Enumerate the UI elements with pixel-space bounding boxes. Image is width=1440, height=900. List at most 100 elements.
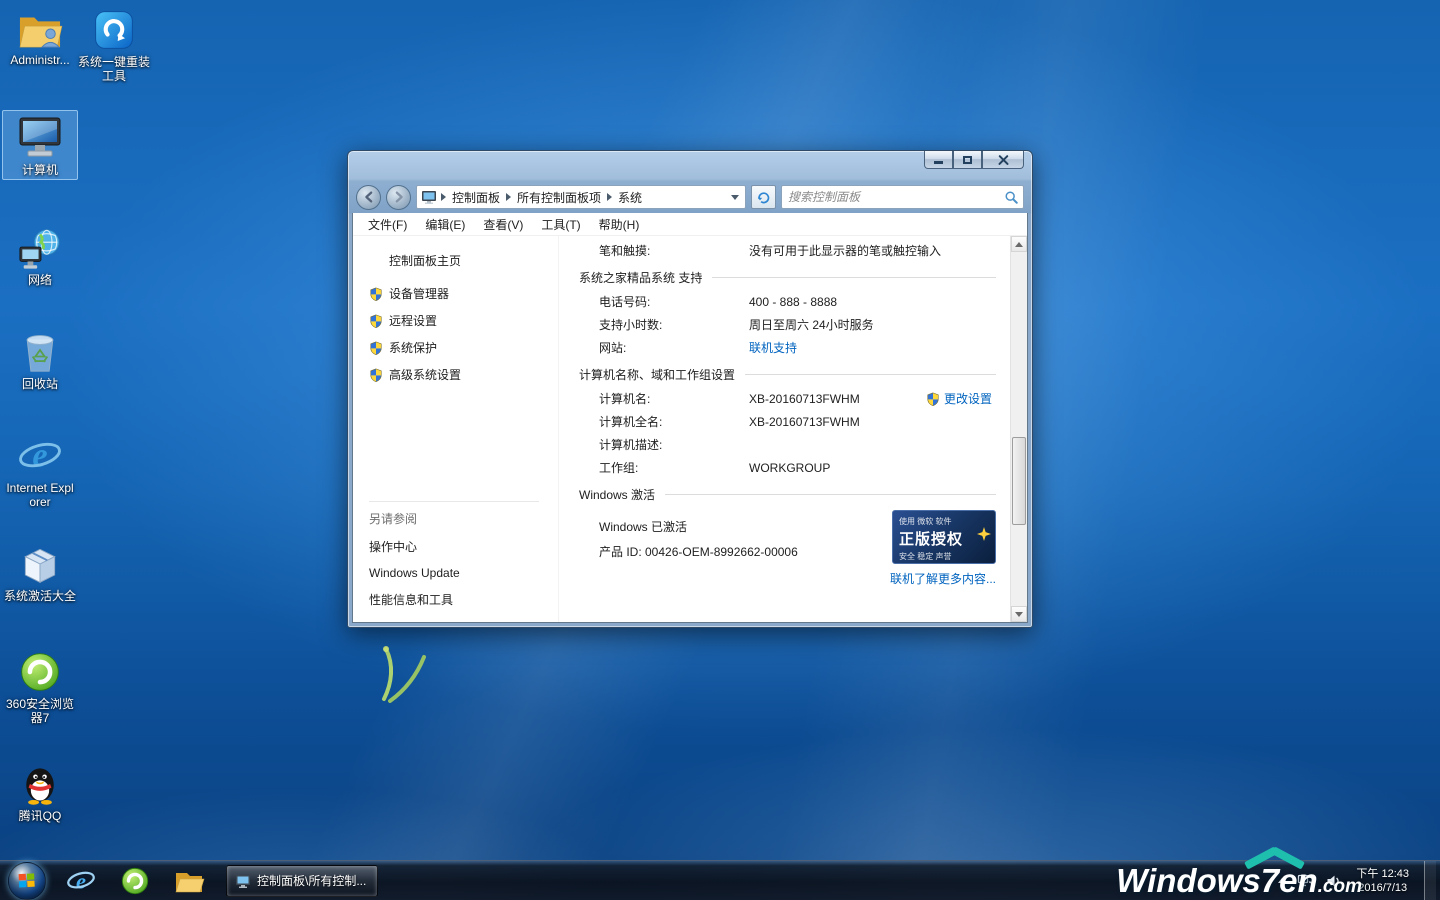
scrollbar-track[interactable] — [1011, 252, 1027, 606]
genuine-microsoft-badge[interactable]: 使用 微软 软件 正版授权 安全 稳定 声誉 — [892, 510, 996, 564]
computer-icon — [16, 114, 64, 160]
caption-buttons — [924, 151, 1024, 169]
vertical-scrollbar[interactable] — [1010, 236, 1027, 622]
genuine-star-icon — [977, 527, 991, 541]
desktop-icon-internet-explorer[interactable]: e Internet Explorer — [2, 430, 78, 512]
scroll-down-button[interactable] — [1011, 606, 1027, 622]
desktop-icon-computer[interactable]: 计算机 — [2, 110, 78, 180]
navigation-bar: 控制面板 所有控制面板项 系统 — [352, 181, 1028, 213]
hidden-icons-button[interactable] — [1278, 878, 1286, 883]
breadcrumb-system[interactable]: 系统 — [612, 189, 648, 206]
system-tray: 下午 12:43 2016/7/13 — [1278, 861, 1440, 900]
sidebar-item-remote-settings[interactable]: 远程设置 — [369, 312, 558, 329]
sidebar-item-device-manager[interactable]: 设备管理器 — [369, 285, 558, 302]
address-dropdown-button[interactable] — [727, 195, 743, 200]
menu-file[interactable]: 文件(F) — [359, 213, 416, 236]
address-breadcrumb-bar[interactable]: 控制面板 所有控制面板项 系统 — [416, 185, 746, 209]
desktop-icon-administrator[interactable]: Administr... — [2, 4, 78, 70]
desktop-icon-network[interactable]: 网络 — [2, 222, 78, 290]
clock-date: 2016/7/13 — [1356, 881, 1409, 895]
back-button[interactable] — [356, 185, 381, 210]
menu-tools[interactable]: 工具(T) — [532, 213, 589, 236]
volume-tray-icon[interactable] — [1325, 873, 1341, 889]
sidebar-item-control-panel-home[interactable]: 控制面板主页 — [389, 252, 558, 269]
reinstall-tool-icon — [92, 8, 136, 52]
workgroup-value: WORKGROUP — [749, 461, 996, 475]
close-icon — [998, 154, 1009, 165]
scroll-up-button[interactable] — [1011, 236, 1027, 252]
menu-help[interactable]: 帮助(H) — [590, 213, 649, 236]
desktop-icon-label: 腾讯QQ — [19, 809, 62, 823]
search-box[interactable] — [781, 185, 1024, 209]
hours-value: 周日至周六 24小时服务 — [749, 316, 996, 333]
control-panel-icon — [235, 873, 251, 889]
online-support-link[interactable]: 联机支持 — [749, 341, 797, 355]
desktop-icon-recycle-bin[interactable]: 回收站 — [2, 324, 78, 394]
content-area: 控制面板主页 设备管理器 — [353, 236, 1027, 622]
computer-name-row: 计算机名: XB-20160713FWHM 更改设置 — [579, 390, 996, 407]
badge-line-1: 使用 微软 软件 — [899, 516, 989, 527]
full-name-row: 计算机全名: XB-20160713FWHM — [579, 413, 996, 430]
maximize-button[interactable] — [953, 151, 982, 169]
badge-line-3: 安全 稳定 声誉 — [899, 551, 989, 562]
user-folder-icon — [17, 8, 63, 50]
desktop-icon-activation-tool[interactable]: 系统激活大全 — [2, 538, 78, 606]
sidebar-item-advanced-settings[interactable]: 高级系统设置 — [369, 366, 558, 383]
sidebar-item-label: 高级系统设置 — [389, 366, 461, 383]
menu-edit[interactable]: 编辑(E) — [416, 213, 474, 236]
taskbar-360-browser[interactable] — [115, 861, 155, 900]
desktop-icon-360-browser[interactable]: 360安全浏览器7 — [2, 646, 78, 728]
computer-name-section-title: 计算机名称、域和工作组设置 — [579, 366, 735, 383]
close-button[interactable] — [982, 151, 1024, 169]
taskbar-task-control-panel[interactable]: 控制面板\所有控制... — [226, 865, 378, 897]
taskbar: e 控制面板\所有控制... — [0, 860, 1440, 900]
sidebar-item-action-center[interactable]: 操作中心 — [369, 538, 558, 555]
sidebar-item-performance-tools[interactable]: 性能信息和工具 — [369, 591, 558, 608]
learn-more-link[interactable]: 联机了解更多内容... — [890, 570, 996, 587]
forward-button[interactable] — [386, 185, 411, 210]
taskbar-internet-explorer[interactable]: e — [61, 861, 101, 900]
desktop-icon-label: 360安全浏览器7 — [3, 697, 77, 725]
windows-logo-icon — [18, 872, 36, 889]
desktop-icon-label: Administr... — [10, 53, 69, 67]
forward-arrow-icon — [392, 190, 406, 204]
maximize-icon — [963, 156, 972, 164]
window-titlebar[interactable] — [352, 151, 1028, 181]
minimize-icon — [934, 161, 943, 164]
network-tray-icon[interactable] — [1297, 873, 1314, 889]
desktop-icon-reinstall-tool[interactable]: 系统一键重装工具 — [76, 4, 152, 86]
search-icon — [1004, 190, 1019, 205]
breadcrumb-control-panel[interactable]: 控制面板 — [446, 189, 506, 206]
chevron-up-icon — [1015, 242, 1023, 247]
minimize-button[interactable] — [924, 151, 953, 169]
menu-bar: 文件(F) 编辑(E) 查看(V) 工具(T) 帮助(H) — [353, 213, 1027, 236]
change-settings-link[interactable]: 更改设置 — [926, 390, 996, 407]
start-button[interactable] — [8, 862, 46, 900]
activation-box-icon — [18, 542, 62, 586]
taskbar-clock[interactable]: 下午 12:43 2016/7/13 — [1356, 867, 1409, 895]
show-desktop-button[interactable] — [1424, 861, 1436, 900]
scrollbar-thumb[interactable] — [1012, 437, 1026, 525]
phone-row: 电话号码: 400 - 888 - 8888 — [579, 293, 996, 310]
360-browser-icon — [18, 650, 62, 694]
hours-label: 支持小时数: — [599, 316, 749, 333]
task-label: 控制面板\所有控制... — [257, 872, 366, 889]
sidebar-item-windows-update[interactable]: Windows Update — [369, 566, 558, 580]
search-input[interactable] — [786, 189, 1004, 205]
desktop-icon-qq[interactable]: 腾讯QQ — [2, 758, 78, 826]
desktop-icon-label: 系统激活大全 — [4, 589, 76, 603]
sidebar-item-system-protection[interactable]: 系统保护 — [369, 339, 558, 356]
menu-view[interactable]: 查看(V) — [474, 213, 532, 236]
support-section-title: 系统之家精品系统 支持 — [579, 269, 702, 286]
breadcrumb-all-items[interactable]: 所有控制面板项 — [511, 189, 607, 206]
refresh-button[interactable] — [751, 185, 776, 209]
taskbar-explorer[interactable] — [169, 861, 209, 900]
activation-section-title: Windows 激活 — [579, 486, 655, 503]
desktop: Administr... 系统一键重装工具 计算机 — [0, 0, 1440, 900]
folder-icon — [173, 866, 205, 896]
desktop-icon-label: 回收站 — [22, 377, 58, 391]
badge-line-2: 正版授权 — [899, 528, 989, 549]
sidebar-item-label: 远程设置 — [389, 312, 437, 329]
product-id: 产品 ID: 00426-OEM-8992662-00006 — [599, 543, 886, 560]
clock-time: 下午 12:43 — [1356, 867, 1409, 881]
